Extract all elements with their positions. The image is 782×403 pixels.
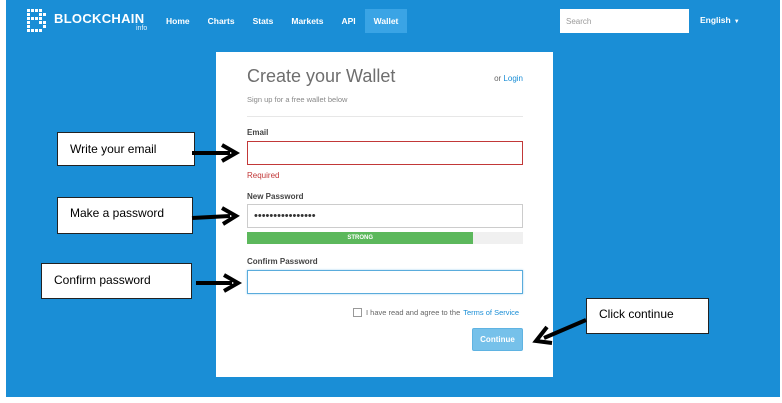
continue-button[interactable]: Continue [472,328,523,351]
password-callout: Make a password [57,197,193,234]
divider [247,116,523,117]
nav-item-stats[interactable]: Stats [244,9,283,33]
login-prompt: or Login [494,74,523,83]
brand-logo[interactable]: BLOCKCHAIN info [26,8,156,36]
language-selector[interactable]: English ▼ [700,15,740,25]
confirm-password-field[interactable] [247,270,523,294]
confirm-password-callout: Confirm password [41,263,192,299]
email-callout: Write your email [57,132,195,166]
nav-item-charts[interactable]: Charts [199,9,244,33]
top-navbar: BLOCKCHAIN info Home Charts Stats Market… [6,0,780,40]
caret-down-icon: ▼ [733,19,740,25]
page-subtitle: Sign up for a free wallet below [247,95,348,104]
arrow-to-confirm-icon [196,273,243,293]
new-password-field[interactable] [247,204,523,228]
email-label: Email [247,128,269,137]
nav-item-wallet[interactable]: Wallet [364,9,408,33]
password-strength-fill: STRONG [247,232,474,244]
nav-item-api[interactable]: API [333,9,365,33]
terms-of-service-link[interactable]: Terms of Service [463,308,519,317]
new-password-label: New Password [247,192,304,201]
arrow-to-password-icon [191,206,240,226]
password-strength-meter: STRONG [247,232,523,244]
search-input[interactable] [560,9,689,33]
login-link[interactable]: Login [503,74,523,83]
nav-item-markets[interactable]: Markets [282,9,332,33]
confirm-password-label: Confirm Password [247,257,318,266]
brand-name: BLOCKCHAIN [54,11,145,26]
email-field[interactable] [247,141,523,165]
page-title: Create your Wallet [247,66,396,86]
language-label: English [700,15,731,25]
terms-checkbox[interactable] [353,308,362,317]
blockchain-logo-icon [27,9,46,32]
main-nav: Home Charts Stats Markets API Wallet [157,9,408,33]
login-prefix: or [494,74,502,83]
arrow-to-continue-icon [532,318,587,345]
create-wallet-card: Create your Wallet Sign up for a free wa… [216,52,553,377]
brand-subtitle: info [136,25,148,32]
terms-text: I have read and agree to the [366,308,461,317]
arrow-to-email-icon [192,143,241,163]
terms-agreement: I have read and agree to the Terms of Se… [353,308,519,317]
continue-callout: Click continue [586,298,709,334]
nav-item-home[interactable]: Home [157,9,199,33]
email-error: Required [247,171,280,180]
